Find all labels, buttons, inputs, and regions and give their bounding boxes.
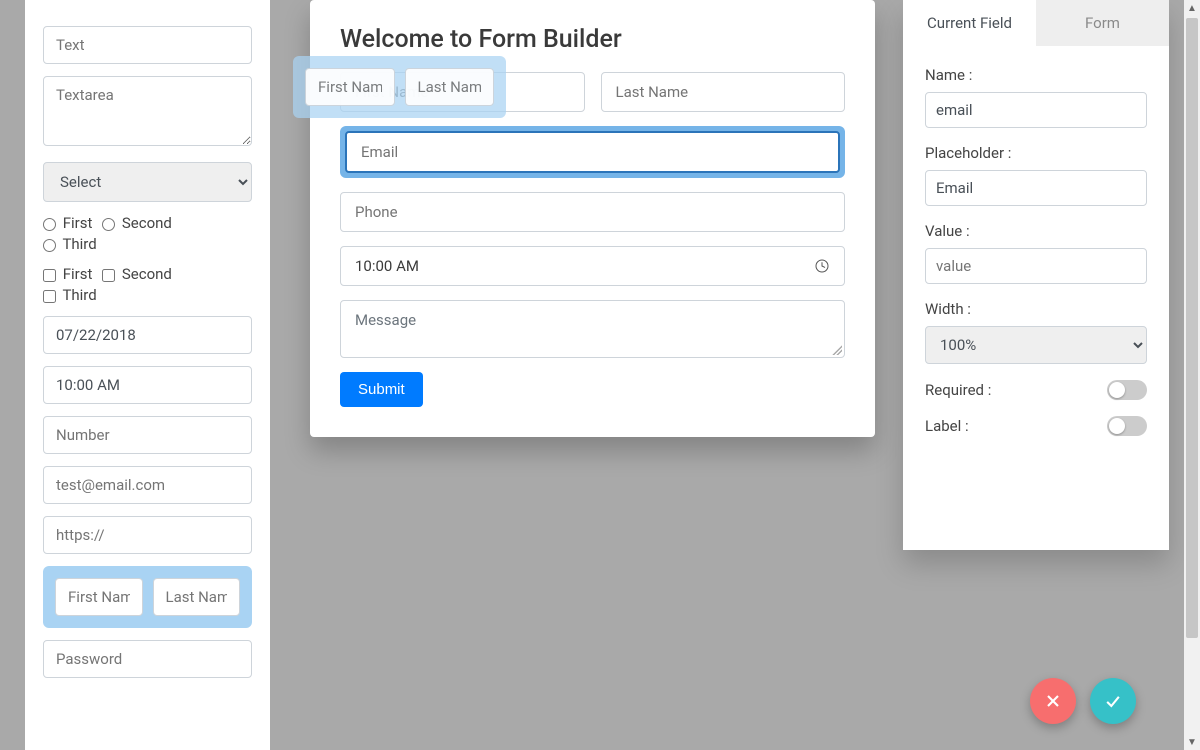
palette-last-name[interactable]	[153, 578, 241, 616]
check-second[interactable]: Second	[102, 265, 172, 283]
label-width: Width :	[925, 300, 1147, 318]
confirm-button[interactable]	[1090, 678, 1136, 724]
ghost-first-name	[305, 68, 395, 106]
resize-handle-icon[interactable]	[832, 345, 842, 355]
select-width[interactable]: 100%	[925, 326, 1147, 364]
field-time[interactable]: 10:00 AM	[340, 246, 845, 286]
label-placeholder: Placeholder :	[925, 144, 1147, 162]
check-icon	[1103, 691, 1123, 711]
radio-second[interactable]: Second	[102, 214, 172, 232]
field-phone[interactable]	[340, 192, 845, 232]
submit-button[interactable]: Submit	[340, 372, 423, 407]
close-icon	[1043, 691, 1063, 711]
palette-name-pair[interactable]	[43, 566, 252, 628]
check-third[interactable]: Third	[43, 286, 97, 304]
scroll-up-icon[interactable]: ▲	[1184, 0, 1200, 16]
palette-email[interactable]	[43, 466, 252, 504]
label-required: Required :	[925, 381, 991, 399]
palette-select[interactable]: Select	[43, 162, 252, 202]
palette-radio-group: First Second Third	[43, 214, 252, 253]
tab-form[interactable]: Form	[1036, 0, 1169, 46]
palette-first-name[interactable]	[55, 578, 143, 616]
clock-icon	[814, 258, 830, 274]
scroll-down-icon[interactable]: ▼	[1184, 734, 1200, 750]
label-name: Name :	[925, 66, 1147, 84]
label-label: Label :	[925, 417, 969, 435]
radio-first[interactable]: First	[43, 214, 92, 232]
palette-password[interactable]	[43, 640, 252, 678]
properties-panel: Current Field Form Name : Placeholder : …	[903, 0, 1169, 550]
form-title: Welcome to Form Builder	[340, 25, 845, 54]
label-value: Value :	[925, 222, 1147, 240]
page-scrollbar[interactable]: ▲ ▼	[1184, 0, 1200, 750]
input-name[interactable]	[925, 92, 1147, 128]
palette-text[interactable]	[43, 26, 252, 64]
field-last-name[interactable]	[601, 72, 846, 112]
radio-third[interactable]: Third	[43, 235, 97, 253]
palette-textarea[interactable]	[43, 76, 252, 146]
message-placeholder: Message	[355, 311, 416, 329]
palette-number[interactable]	[43, 416, 252, 454]
palette-time[interactable]	[43, 366, 252, 404]
input-value[interactable]	[925, 248, 1147, 284]
drag-ghost	[293, 56, 506, 118]
toggle-label[interactable]	[1107, 416, 1147, 436]
input-placeholder[interactable]	[925, 170, 1147, 206]
component-palette[interactable]: Select First Second Third First Second T…	[25, 0, 270, 750]
check-first[interactable]: First	[43, 265, 92, 283]
field-message[interactable]: Message	[340, 300, 845, 358]
selected-field-wrap[interactable]	[340, 126, 845, 178]
palette-date[interactable]	[43, 316, 252, 354]
time-value: 10:00 AM	[355, 257, 419, 275]
ghost-last-name	[405, 68, 495, 106]
tab-current-field[interactable]: Current Field	[903, 0, 1036, 46]
cancel-button[interactable]	[1030, 678, 1076, 724]
scroll-thumb[interactable]	[1186, 18, 1198, 638]
palette-checkbox-group: First Second Third	[43, 265, 252, 304]
toggle-required[interactable]	[1107, 380, 1147, 400]
palette-url[interactable]	[43, 516, 252, 554]
field-email[interactable]	[345, 131, 840, 173]
